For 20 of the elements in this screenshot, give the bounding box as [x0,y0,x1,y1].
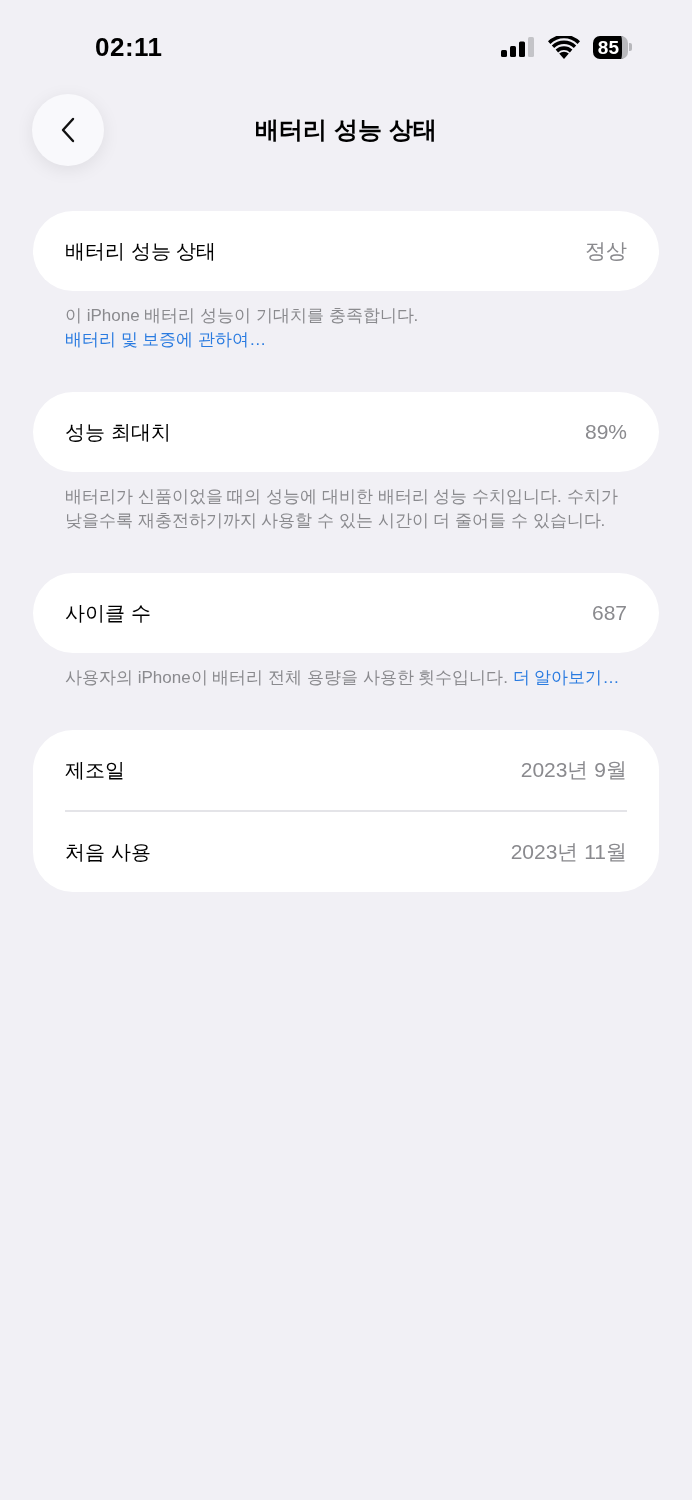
chevron-left-icon [61,117,75,143]
footnote-link[interactable]: 더 알아보기… [512,668,620,687]
footnote-text: 이 iPhone 배터리 성능이 기대치를 충족합니다. 배터리 및 보증에 관하여… [64,305,420,351]
row-value: 정상 [585,238,627,264]
row-label: 사이클 수 [65,600,151,626]
status-time: 02:11 [95,31,163,63]
wifi-icon [547,35,580,59]
row-value: 2023년 9월 [520,757,627,783]
row-value: 2023년 11월 [510,839,627,865]
row-label: 성능 최대치 [65,419,171,445]
row-value: 687 [591,601,627,625]
row-value: 89% [584,420,627,444]
footnote-text: 사용자의 iPhone이 배터리 전체 용량을 사용한 횟수입니다. 더 알아보기… [64,667,621,689]
footnote-text: 배터리가 신품이었을 때의 성능에 대비한 배터리 성능 수치입니다. 수치가 낮을수록 재충전하기까지 사용할 수 있는 시간이 더 줄어들 수 있습니다. [64,486,619,532]
row-label: 처음 사용 [65,839,151,865]
row-label: 배터리 성능 상태 [65,238,217,264]
row-label: 제조일 [65,757,125,783]
footnote-link[interactable]: 배터리 및 보증에 관하여… [65,330,267,349]
screen-title: 배터리 성능 상태 [255,116,437,145]
signal-icon [500,37,535,57]
